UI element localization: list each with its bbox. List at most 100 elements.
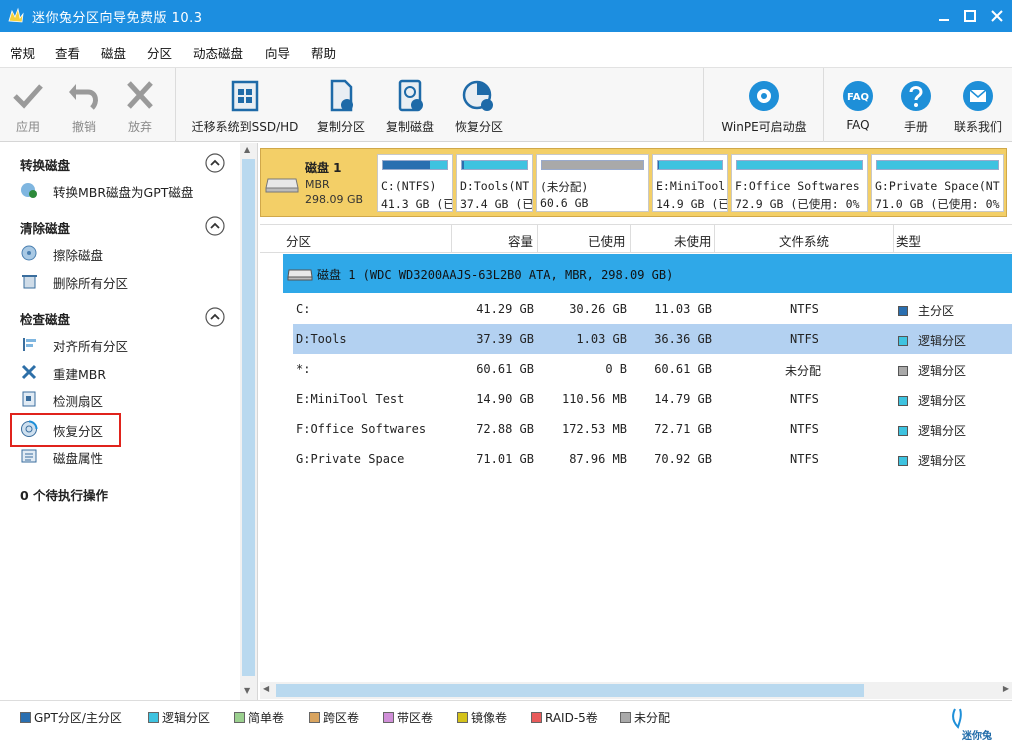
table-row[interactable]: G:Private Space 71.01 GB 87.96 MB 70.92 … [293, 444, 1012, 474]
partition-block-unallocated[interactable]: (未分配) 60.6 GB [536, 154, 649, 212]
contact-us-button[interactable]: 联系我们 [948, 68, 1008, 142]
column-divider [630, 225, 631, 253]
migrate-os-icon [231, 80, 259, 112]
toolbar-separator [823, 68, 824, 142]
check-icon [13, 84, 43, 109]
faq-button[interactable]: FAQ FAQ [834, 68, 882, 142]
disk-properties[interactable]: 磁盘属性 [20, 445, 220, 467]
brand-logo: 迷你兔 [948, 705, 1008, 745]
wipe-disk-icon [21, 245, 37, 261]
collapse-chevron-icon[interactable] [205, 153, 225, 173]
menu-view[interactable]: 查看 [55, 43, 80, 62]
surface-test-icon [22, 391, 36, 407]
legend-mirrored: 镜像卷 [457, 709, 507, 726]
scrollbar-thumb[interactable] [242, 159, 255, 676]
convert-mbr-to-gpt[interactable]: 转换MBR磁盘为GPT磁盘 [20, 179, 220, 201]
undo-button[interactable]: 撤销 [58, 68, 110, 142]
partition-block-c[interactable]: C:(NTFS) 41.3 GB (已 [377, 154, 453, 212]
rebuild-mbr[interactable]: 重建MBR [20, 361, 220, 383]
window-title: 迷你兔分区向导免费版 10.3 [32, 11, 203, 26]
table-row-selected[interactable]: D:Tools 37.39 GB 1.03 GB 36.36 GB NTFS 逻… [293, 324, 1012, 354]
minimize-icon[interactable] [934, 6, 954, 26]
pending-operations: 0 个待执行操作 [20, 488, 109, 503]
scrollbar-thumb[interactable] [276, 684, 864, 697]
partition-block-e[interactable]: E:MiniTool 14.9 GB (已 [652, 154, 728, 212]
type-color-swatch [898, 306, 908, 316]
operations-panel: 转换磁盘 转换MBR磁盘为GPT磁盘 清除磁盘 擦除磁盘 删除所有分区 检查磁盘… [0, 143, 258, 700]
table-header: 分区 容量 已使用 未使用 文件系统 类型 [260, 224, 1012, 253]
col-used[interactable]: 已使用 [588, 231, 626, 250]
column-divider [451, 225, 452, 253]
toolbar: 应用 撤销 放弃 迁移系统到SSD/HD 复制分区 复制磁盘 恢复分区 WinP… [0, 68, 1012, 142]
disk-info[interactable]: 磁盘 1 MBR 298.09 GB [261, 149, 375, 216]
menu-partition[interactable]: 分区 [147, 43, 172, 62]
col-unused[interactable]: 未使用 [674, 231, 712, 250]
recover-partition-button[interactable]: 恢复分区 [448, 68, 510, 142]
table-row[interactable]: E:MiniTool Test 14.90 GB 110.56 MB 14.79… [293, 384, 1012, 414]
discard-button[interactable]: 放弃 [116, 68, 164, 142]
col-capacity[interactable]: 容量 [508, 231, 533, 250]
partition-block-f[interactable]: F:Office Softwares 72.9 GB (已使用: 0% [731, 154, 868, 212]
col-partition[interactable]: 分区 [286, 231, 311, 250]
collapse-chevron-icon[interactable] [205, 307, 225, 327]
type-color-swatch [898, 426, 908, 436]
clean-disk-title: 清除磁盘 [20, 221, 71, 236]
menu-bar: 常规 查看 磁盘 分区 动态磁盘 向导 帮助 [0, 32, 1012, 68]
close-icon[interactable] [987, 6, 1007, 26]
scroll-down-arrow-icon[interactable]: ▼ [244, 686, 250, 695]
scroll-right-arrow-icon[interactable]: ▶ [1003, 684, 1009, 693]
menu-general[interactable]: 常规 [10, 43, 35, 62]
partition-block-g[interactable]: G:Private Space(NT 71.0 GB (已使用: 0% [871, 154, 1004, 212]
manual-button[interactable]: 手册 [892, 68, 940, 142]
copy-partition-button[interactable]: 复制分区 [310, 68, 372, 142]
table-row[interactable]: F:Office Softwares 72.88 GB 172.53 MB 72… [293, 414, 1012, 444]
menu-dynamic-disk[interactable]: 动态磁盘 [193, 43, 243, 62]
legend-striped: 带区卷 [383, 709, 433, 726]
copy-disk-icon [398, 79, 423, 112]
menu-wizard[interactable]: 向导 [265, 43, 290, 62]
surface-test[interactable]: 检测扇区 [20, 388, 220, 410]
migrate-os-button[interactable]: 迁移系统到SSD/HD [188, 68, 302, 142]
column-divider [893, 225, 894, 253]
undo-icon [69, 84, 98, 110]
apply-button[interactable]: 应用 [6, 68, 50, 142]
maximize-icon[interactable] [960, 6, 980, 26]
align-icon [23, 338, 36, 351]
usage-bar [876, 160, 999, 170]
horizontal-scrollbar[interactable]: ◀ ▶ [260, 682, 1012, 699]
collapse-chevron-icon[interactable] [205, 216, 225, 236]
type-color-swatch [898, 336, 908, 346]
tools-icon [21, 364, 37, 380]
table-row[interactable]: C: 41.29 GB 30.26 GB 11.03 GB NTFS 主分区 [293, 294, 1012, 324]
usage-bar [382, 160, 448, 170]
legend-logical: 逻辑分区 [148, 709, 210, 726]
copy-disk-button[interactable]: 复制磁盘 [379, 68, 441, 142]
winpe-bootable-button[interactable]: WinPE可启动盘 [712, 68, 816, 142]
menu-help[interactable]: 帮助 [311, 43, 336, 62]
menu-disk[interactable]: 磁盘 [101, 43, 126, 62]
disk-row[interactable]: 磁盘 1 (WDC WD3200AAJS-63L2B0 ATA, MBR, 29… [283, 254, 1012, 293]
align-all-partitions[interactable]: 对齐所有分区 [20, 333, 220, 355]
column-divider [537, 225, 538, 253]
highlight-box [10, 413, 121, 447]
usage-bar [541, 160, 644, 170]
legend-spanned: 跨区卷 [309, 709, 359, 726]
delete-partitions-icon [22, 275, 37, 289]
partition-table: 分区 容量 已使用 未使用 文件系统 类型 磁盘 1 (WDC WD3200AA… [260, 224, 1012, 678]
col-type[interactable]: 类型 [896, 231, 921, 250]
delete-all-partitions[interactable]: 删除所有分区 [20, 270, 220, 292]
svg-text:FAQ: FAQ [847, 92, 869, 103]
partition-block-d[interactable]: D:Tools(NT 37.4 GB (已 [456, 154, 533, 212]
wipe-disk[interactable]: 擦除磁盘 [20, 242, 220, 264]
type-color-swatch [898, 366, 908, 376]
legend-raid5: RAID-5卷 [531, 709, 598, 726]
convert-disk-icon [21, 183, 37, 198]
table-row[interactable]: *: 60.61 GB 0 B 60.61 GB 未分配 逻辑分区 [293, 354, 1012, 384]
left-scrollbar[interactable]: ▲ ▼ [240, 143, 257, 700]
scroll-up-arrow-icon[interactable]: ▲ [244, 145, 250, 154]
disk-map[interactable]: 磁盘 1 MBR 298.09 GB C:(NTFS) 41.3 GB (已 D… [260, 148, 1007, 217]
type-color-swatch [898, 456, 908, 466]
col-filesystem[interactable]: 文件系统 [779, 231, 829, 250]
scroll-left-arrow-icon[interactable]: ◀ [263, 684, 269, 693]
copy-partition-icon [330, 79, 353, 112]
